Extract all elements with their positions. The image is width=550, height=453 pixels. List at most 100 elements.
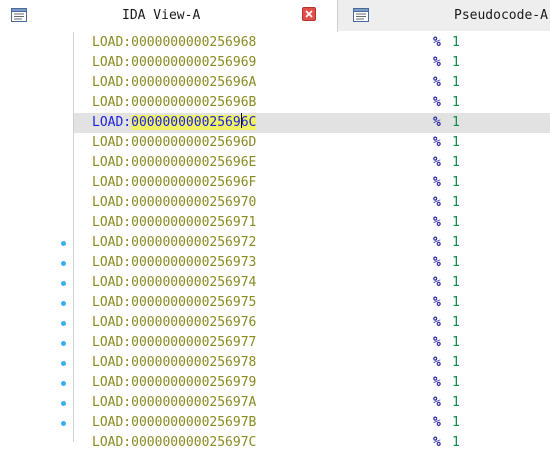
address[interactable]: 0000000000256971	[131, 215, 256, 230]
listing-line[interactable]: LOAD:000000000025697C% 1	[74, 433, 550, 453]
breakpoint-dot-icon[interactable]	[61, 241, 66, 246]
disassembly-listing[interactable]: LOAD:0000000000256968% 1 LOAD:000000000025…	[74, 32, 550, 450]
breakpoint-dot-icon[interactable]	[61, 281, 66, 286]
data-value: 1	[452, 175, 460, 190]
data-directive: %	[433, 395, 441, 410]
segment-name: LOAD:	[92, 155, 132, 170]
listing-line[interactable]: LOAD:0000000000256968% 1	[74, 33, 550, 53]
data-value: 1	[452, 215, 460, 230]
address[interactable]: 000000000025696D	[131, 135, 256, 150]
listing-line[interactable]: LOAD:000000000025696B% 1	[74, 93, 550, 113]
segment-name: LOAD:	[92, 295, 132, 310]
data-value: 1	[452, 315, 460, 330]
address[interactable]: 000000000025697C	[131, 435, 256, 450]
segment-label: LOAD:0000000000256968	[92, 33, 256, 53]
segment-label: LOAD:0000000000256969	[92, 53, 256, 73]
data-value: 1	[452, 115, 460, 130]
address-part: 00000000002569	[131, 115, 241, 130]
segment-label: LOAD:0000000000256975	[92, 293, 256, 313]
data-value: 1	[452, 275, 460, 290]
data-directive: %	[433, 375, 441, 390]
segment-name: LOAD:	[92, 355, 132, 370]
breakpoint-gutter[interactable]	[0, 32, 74, 442]
listing-line[interactable]: LOAD:0000000000256976% 1	[74, 313, 550, 333]
listing-line[interactable]: LOAD:0000000000256979% 1	[74, 373, 550, 393]
listing-line[interactable]: LOAD:000000000025696E% 1	[74, 153, 550, 173]
listing-line[interactable]: LOAD:0000000000256978% 1	[74, 353, 550, 373]
listing-line[interactable]: LOAD:000000000025697B% 1	[74, 413, 550, 433]
data-value: 1	[452, 155, 460, 170]
close-icon	[305, 10, 313, 18]
segment-label: LOAD:0000000000256972	[92, 233, 256, 253]
listing-line[interactable]: LOAD:0000000000256972% 1	[74, 233, 550, 253]
address[interactable]: 000000000025696F	[131, 175, 256, 190]
segment-name: LOAD:	[92, 115, 132, 130]
listing-line[interactable]: LOAD:0000000000256969% 1	[74, 53, 550, 73]
tab-pseudocode-a[interactable]: Pseudocode-A	[338, 0, 550, 31]
listing-line[interactable]: LOAD:0000000000256974% 1	[74, 273, 550, 293]
address[interactable]: 0000000000256969	[131, 55, 256, 70]
address[interactable]: 000000000025696A	[131, 75, 256, 90]
segment-label: LOAD:0000000000256979	[92, 373, 256, 393]
data-value: 1	[452, 435, 460, 450]
data-value: 1	[452, 355, 460, 370]
segment-name: LOAD:	[92, 315, 132, 330]
segment-name: LOAD:	[92, 215, 132, 230]
address[interactable]: 0000000000256968	[131, 35, 256, 50]
address[interactable]: 0000000000256973	[131, 255, 256, 270]
listing-line[interactable]: LOAD:0000000000256973% 1	[74, 253, 550, 273]
address[interactable]: 0000000000256972	[131, 235, 256, 250]
data-value: 1	[452, 235, 460, 250]
listing-line[interactable]: LOAD:0000000000256970% 1	[74, 193, 550, 213]
segment-label: LOAD:000000000025697B	[92, 413, 256, 433]
breakpoint-dot-icon[interactable]	[61, 301, 66, 306]
breakpoint-dot-icon[interactable]	[61, 321, 66, 326]
address[interactable]: 0000000000256978	[131, 355, 256, 370]
breakpoint-dot-icon[interactable]	[61, 381, 66, 386]
listing-line[interactable]: LOAD:000000000025696D% 1	[74, 133, 550, 153]
address[interactable]: 0000000000256977	[131, 335, 256, 350]
address[interactable]: 000000000025696E	[131, 155, 256, 170]
data-value: 1	[452, 95, 460, 110]
current-listing-line[interactable]: LOAD:000000000025696C% 1	[74, 113, 550, 133]
segment-name: LOAD:	[92, 35, 132, 50]
listing-line[interactable]: LOAD:000000000025696F% 1	[74, 173, 550, 193]
close-tab-button[interactable]	[302, 7, 316, 21]
address[interactable]: 0000000000256976	[131, 315, 256, 330]
segment-name: LOAD:	[92, 55, 132, 70]
segment-label: LOAD:000000000025696B	[92, 93, 256, 113]
breakpoint-dot-icon[interactable]	[61, 341, 66, 346]
address[interactable]: 0000000000256970	[131, 195, 256, 210]
address[interactable]: 0000000000256979	[131, 375, 256, 390]
listing-line[interactable]: LOAD:000000000025696A% 1	[74, 73, 550, 93]
address[interactable]: 000000000025697B	[131, 415, 256, 430]
breakpoint-dot-icon[interactable]	[61, 261, 66, 266]
breakpoint-dot-icon[interactable]	[61, 421, 66, 426]
data-directive: %	[433, 95, 441, 110]
address[interactable]: 0000000000256974	[131, 275, 256, 290]
pseudocode-view-icon	[353, 7, 369, 22]
segment-label: LOAD:0000000000256977	[92, 333, 256, 353]
segment-label: LOAD:000000000025696C	[92, 113, 257, 133]
listing-line[interactable]: LOAD:0000000000256977% 1	[74, 333, 550, 353]
data-directive: %	[433, 75, 441, 90]
address[interactable]: 000000000025697A	[131, 395, 256, 410]
tab-bar: IDA View-A Pseudocode-A	[0, 0, 550, 32]
segment-name: LOAD:	[92, 255, 132, 270]
data-directive: %	[433, 155, 441, 170]
address-part: 6C	[240, 115, 257, 130]
data-directive: %	[433, 235, 441, 250]
listing-line[interactable]: LOAD:0000000000256971% 1	[74, 213, 550, 233]
tab-ida-view-a[interactable]: IDA View-A	[0, 0, 338, 32]
data-directive: %	[433, 135, 441, 150]
data-directive: %	[433, 355, 441, 370]
listing-line[interactable]: LOAD:000000000025697A% 1	[74, 393, 550, 413]
address[interactable]: 0000000000256975	[131, 295, 256, 310]
data-directive: %	[433, 295, 441, 310]
listing-line[interactable]: LOAD:0000000000256975% 1	[74, 293, 550, 313]
breakpoint-dot-icon[interactable]	[61, 361, 66, 366]
address[interactable]: 000000000025696B	[131, 95, 256, 110]
address-highlight[interactable]: 000000000025696C	[131, 113, 257, 130]
breakpoint-dot-icon[interactable]	[61, 401, 66, 406]
segment-label: LOAD:000000000025696F	[92, 173, 256, 193]
